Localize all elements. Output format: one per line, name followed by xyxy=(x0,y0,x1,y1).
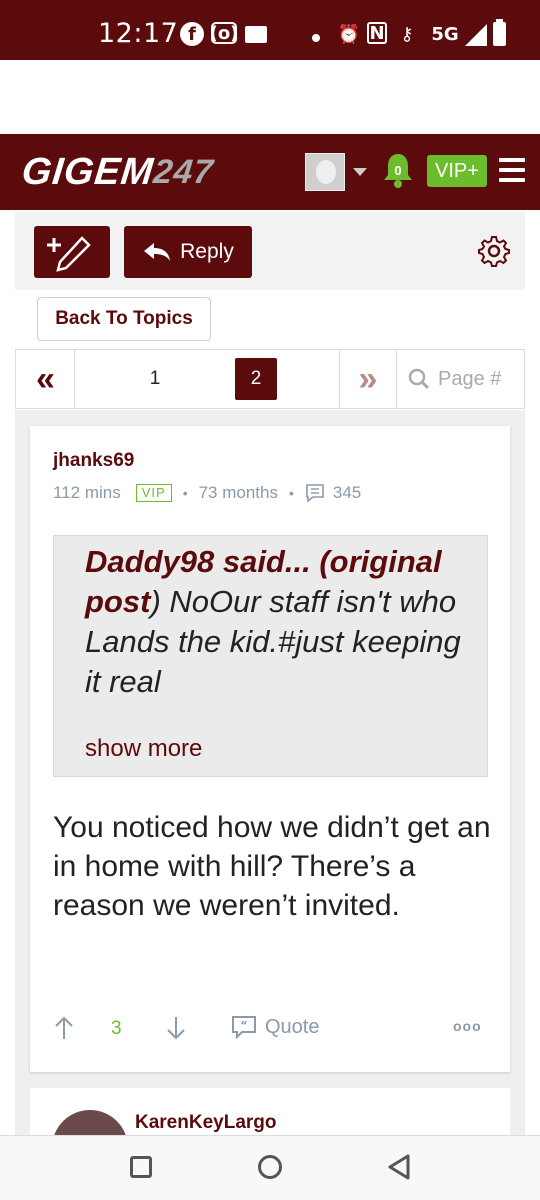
quote-button[interactable]: “ Quote xyxy=(231,1015,319,1039)
new-post-icon xyxy=(47,236,91,272)
reply-icon xyxy=(144,243,171,261)
post-time: 112 mins xyxy=(53,483,121,502)
quote-author[interactable]: Daddy98 said... xyxy=(85,544,311,579)
post-actions: 3 “ Quote ooo xyxy=(53,1013,493,1045)
logo-main: GIGEM xyxy=(19,150,156,193)
site-logo[interactable]: GIGEM 247 xyxy=(19,147,216,197)
more-options-button[interactable]: ooo xyxy=(453,1018,482,1034)
post-meta: 112 mins VIP • 73 months • 345 xyxy=(53,482,361,504)
vip-badge: VIP xyxy=(135,484,172,502)
page-2-current[interactable]: 2 xyxy=(235,358,277,400)
post-body: You noticed how we didn’t get an in home… xyxy=(53,811,491,922)
clock: 12:17 xyxy=(98,18,179,49)
user-avatar[interactable] xyxy=(305,153,345,191)
chevron-down-icon[interactable] xyxy=(353,168,367,176)
recent-apps-icon[interactable] xyxy=(130,1156,152,1178)
post-username[interactable]: jhanks69 xyxy=(53,450,134,472)
nfc-icon: N xyxy=(367,22,387,44)
quote-close-paren: ) xyxy=(150,584,161,619)
last-page-button[interactable]: » xyxy=(339,350,397,408)
back-to-topics-button[interactable]: Back To Topics xyxy=(37,297,211,341)
reply-button[interactable]: Reply xyxy=(124,226,252,278)
back-icon[interactable] xyxy=(386,1153,412,1181)
notification-count: 0 xyxy=(394,163,401,178)
svg-text:“: “ xyxy=(240,1019,247,1032)
next-post-avatar[interactable] xyxy=(52,1110,128,1138)
post-count: 345 xyxy=(332,483,362,502)
logo-number: 247 xyxy=(151,152,216,191)
mail-icon xyxy=(245,26,267,43)
key-icon: ⚷ xyxy=(400,23,414,45)
home-icon[interactable] xyxy=(258,1155,282,1179)
upvote-count: 3 xyxy=(111,1018,122,1039)
separator-dot: • xyxy=(182,485,188,501)
next-post-username[interactable]: KarenKeyLargo xyxy=(135,1112,277,1134)
comment-icon xyxy=(306,484,324,502)
downvote-icon[interactable] xyxy=(165,1015,187,1041)
quote-label: Quote xyxy=(265,1015,320,1038)
quote-icon: “ xyxy=(232,1016,256,1039)
facebook-icon: f xyxy=(180,22,204,46)
page-1-link[interactable]: 1 xyxy=(130,358,180,400)
quote-open-paren: ( xyxy=(310,544,330,579)
status-bar: 12:17 f (o) ⏰ N ⚷ 5G xyxy=(0,0,540,60)
upvote-icon[interactable] xyxy=(53,1015,75,1041)
next-post-card: KarenKeyLargo xyxy=(30,1088,510,1138)
search-icon xyxy=(408,368,430,390)
alarm-icon: ⏰ xyxy=(337,23,361,45)
signal-icon xyxy=(465,24,487,46)
menu-icon[interactable] xyxy=(499,158,525,182)
gear-icon[interactable] xyxy=(478,235,510,267)
member-duration: 73 months xyxy=(198,483,278,502)
first-page-button[interactable]: « xyxy=(17,350,75,408)
quote-text: Daddy98 said... (original post) NoOur st… xyxy=(85,542,475,702)
network-type: 5G xyxy=(431,23,459,45)
bell-icon[interactable]: 0 xyxy=(381,151,415,189)
vip-button[interactable]: VIP+ xyxy=(427,155,487,187)
separator-dot: • xyxy=(288,485,294,501)
page-jump xyxy=(408,363,518,395)
page-number-input[interactable] xyxy=(438,367,518,391)
show-more-link[interactable]: show more xyxy=(85,735,202,763)
radio-icon: (o) xyxy=(209,22,239,44)
new-post-button[interactable] xyxy=(34,226,110,278)
battery-icon xyxy=(493,19,506,46)
reply-label: Reply xyxy=(180,240,234,263)
dot-icon xyxy=(312,34,320,42)
